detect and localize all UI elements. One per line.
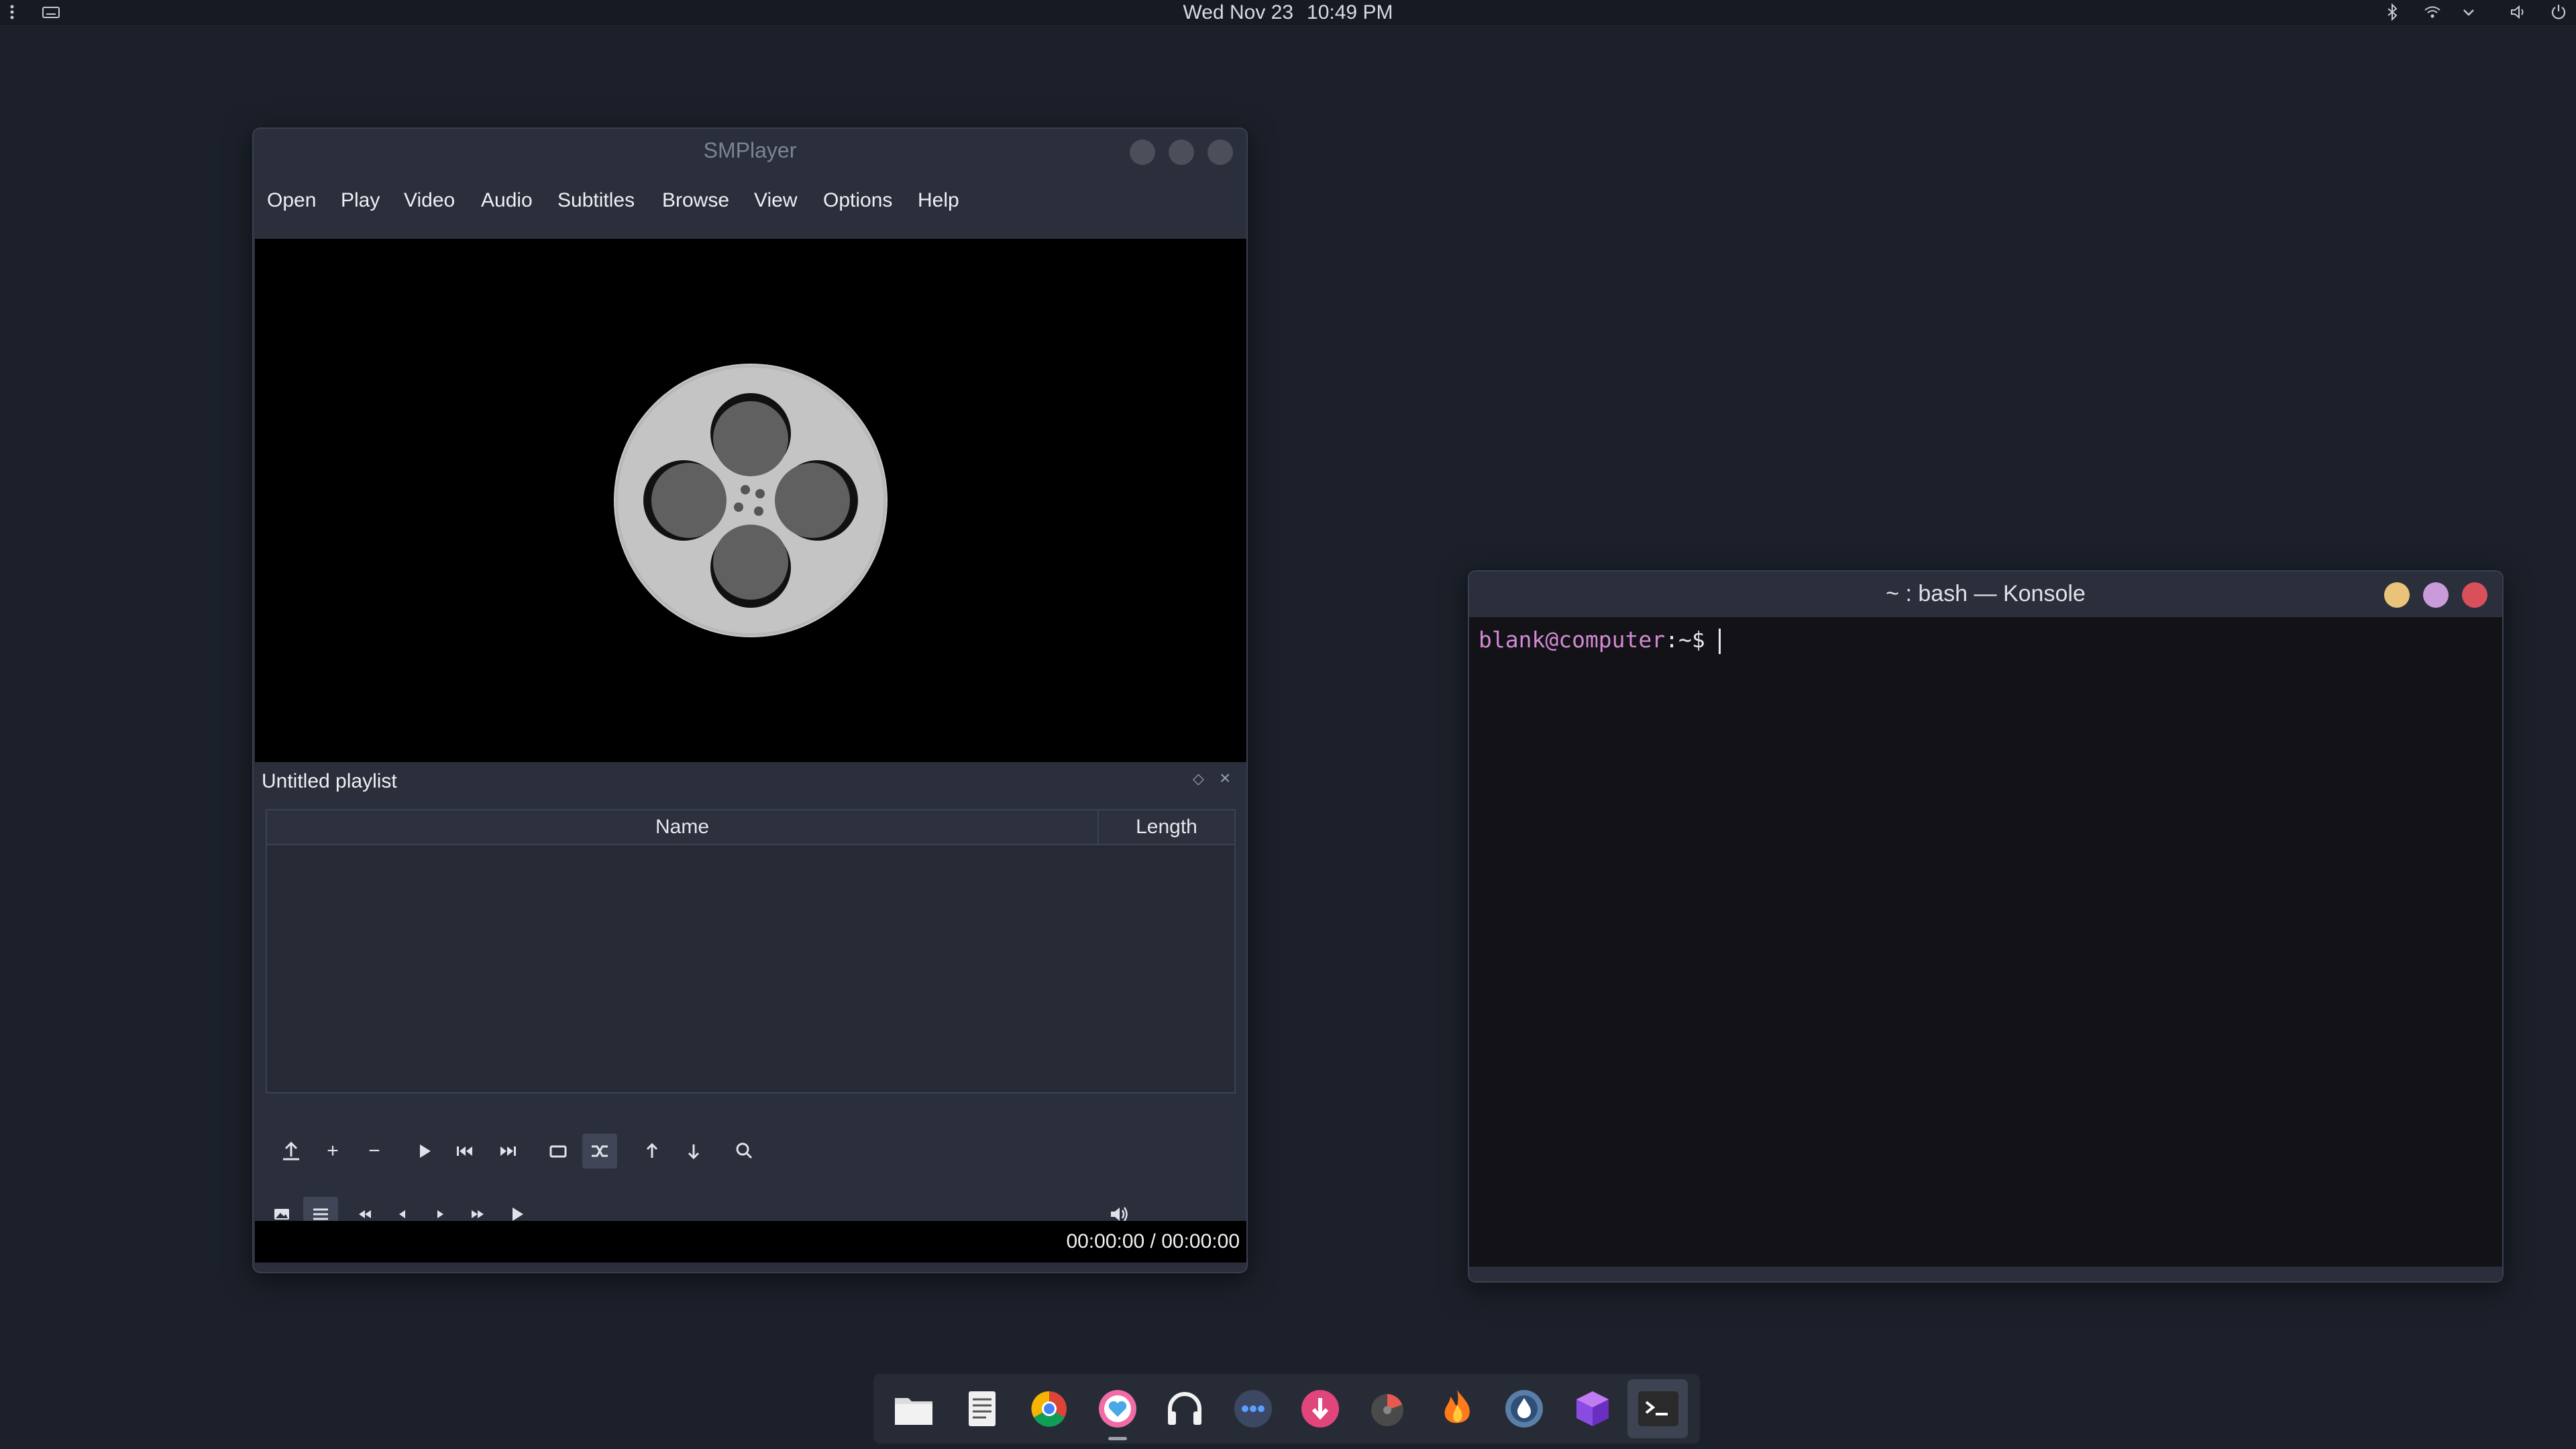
package-cube-icon[interactable]	[1570, 1386, 1615, 1432]
play-icon[interactable]	[407, 1134, 441, 1169]
prompt-user-host: blank@computer	[1479, 627, 1666, 653]
disk-usage-icon[interactable]	[1366, 1386, 1411, 1432]
minimize-button[interactable]	[1130, 140, 1155, 165]
menu-bar: Open Play Video Audio Subtitles Browse V…	[254, 176, 1246, 231]
maximize-button[interactable]	[2423, 582, 2449, 608]
window-title: SMPlayer	[703, 138, 797, 162]
text-cursor	[1718, 628, 1721, 654]
search-icon[interactable]	[727, 1134, 762, 1169]
close-icon[interactable]: ×	[1220, 767, 1230, 789]
headphones-icon[interactable]	[1162, 1386, 1208, 1432]
window-title: ~ : bash — Konsole	[1886, 581, 2086, 606]
next-icon[interactable]	[490, 1134, 525, 1169]
date-text: Wed Nov 23	[1183, 1, 1294, 23]
water-drop-icon[interactable]	[1501, 1386, 1547, 1432]
firefox-flame-icon[interactable]	[1434, 1386, 1480, 1432]
menu-open[interactable]: Open	[267, 189, 316, 212]
add-icon[interactable]: +	[315, 1134, 350, 1169]
title-bar[interactable]: SMPlayer	[254, 129, 1246, 176]
smplayer-window: SMPlayer Open Play Video Audio Subtitles…	[252, 127, 1248, 1273]
konsole-window: ~ : bash — Konsole blank@computer:~$	[1468, 570, 2504, 1283]
prompt-path: :~$	[1665, 627, 1719, 653]
menu-help[interactable]: Help	[918, 189, 959, 212]
menu-audio[interactable]: Audio	[481, 189, 533, 212]
power-icon[interactable]	[2549, 3, 2568, 21]
minimize-button[interactable]	[2384, 582, 2410, 608]
repeat-icon[interactable]	[541, 1134, 576, 1169]
terminal-prompt: blank@computer:~$	[1479, 627, 1721, 654]
close-button[interactable]	[1208, 140, 1233, 165]
remove-icon[interactable]: −	[357, 1134, 392, 1169]
load-icon[interactable]	[274, 1134, 309, 1169]
film-reel-logo	[614, 364, 888, 637]
clock[interactable]: Wed Nov 23 10:49 PM	[0, 1, 2576, 24]
menu-browse[interactable]: Browse	[662, 189, 729, 212]
playlist-header: Untitled playlist ◇ ×	[254, 762, 1246, 800]
menu-options[interactable]: Options	[823, 189, 892, 212]
title-bar[interactable]: ~ : bash — Konsole	[1469, 572, 2502, 617]
terminal-area[interactable]: blank@computer:~$	[1472, 619, 2500, 1268]
playlist-title: Untitled playlist	[262, 770, 397, 792]
float-icon[interactable]: ◇	[1193, 770, 1204, 788]
menu-view[interactable]: View	[754, 189, 797, 212]
time-text: 10:49 PM	[1307, 1, 1393, 23]
window-bottom-border	[1469, 1267, 2502, 1281]
files-icon[interactable]	[891, 1386, 936, 1432]
move-down-icon[interactable]	[676, 1134, 711, 1169]
terminal-icon[interactable]	[1635, 1386, 1681, 1432]
column-length[interactable]: Length	[1099, 810, 1234, 844]
menu-video[interactable]: Video	[404, 189, 455, 212]
table-header: Name Length	[267, 810, 1234, 845]
close-button[interactable]	[2462, 582, 2487, 608]
playlist-table[interactable]: Name Length	[266, 809, 1236, 1093]
top-panel: Wed Nov 23 10:49 PM	[0, 0, 2576, 26]
move-up-icon[interactable]	[635, 1134, 669, 1169]
menu-subtitles[interactable]: Subtitles	[557, 189, 635, 212]
active-indicator	[1108, 1437, 1127, 1440]
previous-icon[interactable]	[448, 1134, 483, 1169]
maximize-button[interactable]	[1169, 140, 1194, 165]
video-area[interactable]	[255, 239, 1246, 762]
text-editor-icon[interactable]	[959, 1386, 1005, 1432]
volume-icon[interactable]	[2509, 3, 2528, 21]
shuffle-icon[interactable]	[582, 1134, 617, 1169]
download-icon[interactable]	[1297, 1386, 1343, 1432]
chrome-icon[interactable]	[1026, 1386, 1072, 1432]
wifi-icon[interactable]	[2423, 3, 2442, 21]
dock	[873, 1374, 1700, 1444]
favorites-heart-icon[interactable]	[1095, 1386, 1140, 1432]
status-bar: 00:00:00 / 00:00:00	[255, 1221, 1246, 1263]
menu-play[interactable]: Play	[341, 189, 380, 212]
time-display: 00:00:00 / 00:00:00	[1066, 1230, 1240, 1252]
bluetooth-icon[interactable]	[2383, 3, 2402, 21]
chat-dots-icon[interactable]	[1230, 1386, 1276, 1432]
column-name[interactable]: Name	[267, 810, 1099, 844]
chevron-down-icon[interactable]	[2459, 3, 2478, 21]
